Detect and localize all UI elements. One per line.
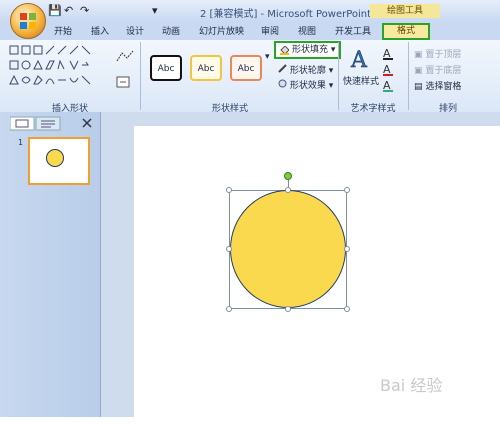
shape-outline-label: 形状轮廓 — [289, 66, 326, 76]
style-sample-3[interactable]: Abc — [230, 55, 262, 81]
shape-fill-dropdown-icon: ▾ — [330, 45, 336, 55]
resize-handle-top[interactable] — [285, 187, 291, 193]
tab-view[interactable]: 视图 — [298, 24, 316, 37]
style-sample-2[interactable]: Abc — [190, 55, 222, 81]
tab-format[interactable]: 格式 — [382, 23, 430, 40]
tab-design[interactable]: 设计 — [126, 24, 144, 37]
shapes-gallery[interactable] — [8, 44, 103, 96]
edit-shape-icon[interactable] — [116, 50, 134, 62]
selection-pane-icon: ▤ — [414, 82, 426, 92]
slide-thumbnail[interactable] — [28, 137, 90, 185]
svg-text:A: A — [350, 48, 368, 70]
resize-handle-top-left[interactable] — [226, 187, 232, 193]
save-icon[interactable]: 💾 — [48, 4, 62, 18]
shape-fill-button[interactable]: 形状填充 ▾ — [274, 41, 341, 59]
resize-handle-bottom-left[interactable] — [226, 306, 232, 312]
text-box-icon[interactable] — [116, 76, 134, 88]
resize-handle-left[interactable] — [226, 246, 232, 252]
pen-icon — [278, 64, 287, 73]
quick-styles-button[interactable]: 快速样式 — [343, 74, 379, 87]
drawing-tools-label: 绘图工具 — [370, 4, 440, 18]
bring-to-front-label: 置于顶层 — [425, 50, 462, 60]
resize-handle-bottom-right[interactable] — [344, 306, 350, 312]
tab-insert[interactable]: 插入 — [91, 24, 109, 37]
selection-pane-button[interactable]: ▤ 选择窗格 — [414, 79, 461, 92]
customize-qat-icon[interactable]: ▾ — [152, 4, 158, 18]
style-sample-1[interactable]: Abc — [150, 55, 182, 81]
tab-review[interactable]: 审阅 — [261, 24, 279, 37]
effects-icon — [278, 79, 287, 88]
window-title: 2 [兼容模式] - Microsoft PowerPoint — [200, 9, 372, 20]
shapes-gallery-icon — [9, 45, 91, 85]
pane-tabs — [9, 116, 95, 131]
resize-handle-right[interactable] — [344, 246, 350, 252]
shape-effects-dropdown-icon: ▾ — [328, 81, 334, 91]
text-format-buttons[interactable]: A A A — [382, 46, 400, 92]
selection-pane-label: 选择窗格 — [425, 82, 462, 92]
group-separator — [338, 42, 339, 110]
shape-fill-label: 形状填充 — [292, 45, 329, 55]
slide-number: 1 — [18, 138, 24, 147]
watermark: Bai 经验 — [380, 376, 443, 395]
quick-styles-icon[interactable]: A — [348, 46, 372, 74]
send-to-back-button[interactable]: ▣ 置于底层 — [414, 63, 461, 76]
shape-effects-button[interactable]: 形状效果 ▾ — [278, 78, 333, 91]
shape-outline-button[interactable]: 形状轮廓 ▾ — [278, 63, 333, 76]
bring-to-front-icon: ▣ — [414, 50, 426, 60]
tab-home[interactable]: 开始 — [54, 24, 72, 37]
undo-icon[interactable]: ↶ — [64, 4, 73, 18]
resize-handle-top-right[interactable] — [344, 187, 350, 193]
thumbnail-circle — [46, 149, 64, 167]
redo-icon[interactable]: ↷ — [80, 4, 89, 18]
tab-developer[interactable]: 开发工具 — [335, 24, 371, 37]
group-separator — [408, 42, 409, 110]
resize-handle-bottom[interactable] — [285, 306, 291, 312]
tab-animation[interactable]: 动画 — [162, 24, 180, 37]
group-separator — [140, 42, 141, 110]
shape-outline-dropdown-icon: ▾ — [328, 66, 334, 76]
circle-shape[interactable] — [230, 190, 346, 308]
send-to-back-icon: ▣ — [414, 66, 426, 76]
office-logo-icon — [20, 13, 36, 29]
office-button[interactable] — [10, 3, 46, 39]
bring-to-front-button[interactable]: ▣ 置于顶层 — [414, 47, 461, 60]
send-to-back-label: 置于底层 — [425, 66, 462, 76]
rotation-handle[interactable] — [284, 172, 292, 180]
paint-bucket-icon — [280, 46, 289, 55]
tab-slideshow[interactable]: 幻灯片放映 — [199, 24, 244, 37]
style-gallery-more-icon[interactable]: ▾ — [265, 52, 270, 62]
shape-effects-label: 形状效果 — [289, 81, 326, 91]
